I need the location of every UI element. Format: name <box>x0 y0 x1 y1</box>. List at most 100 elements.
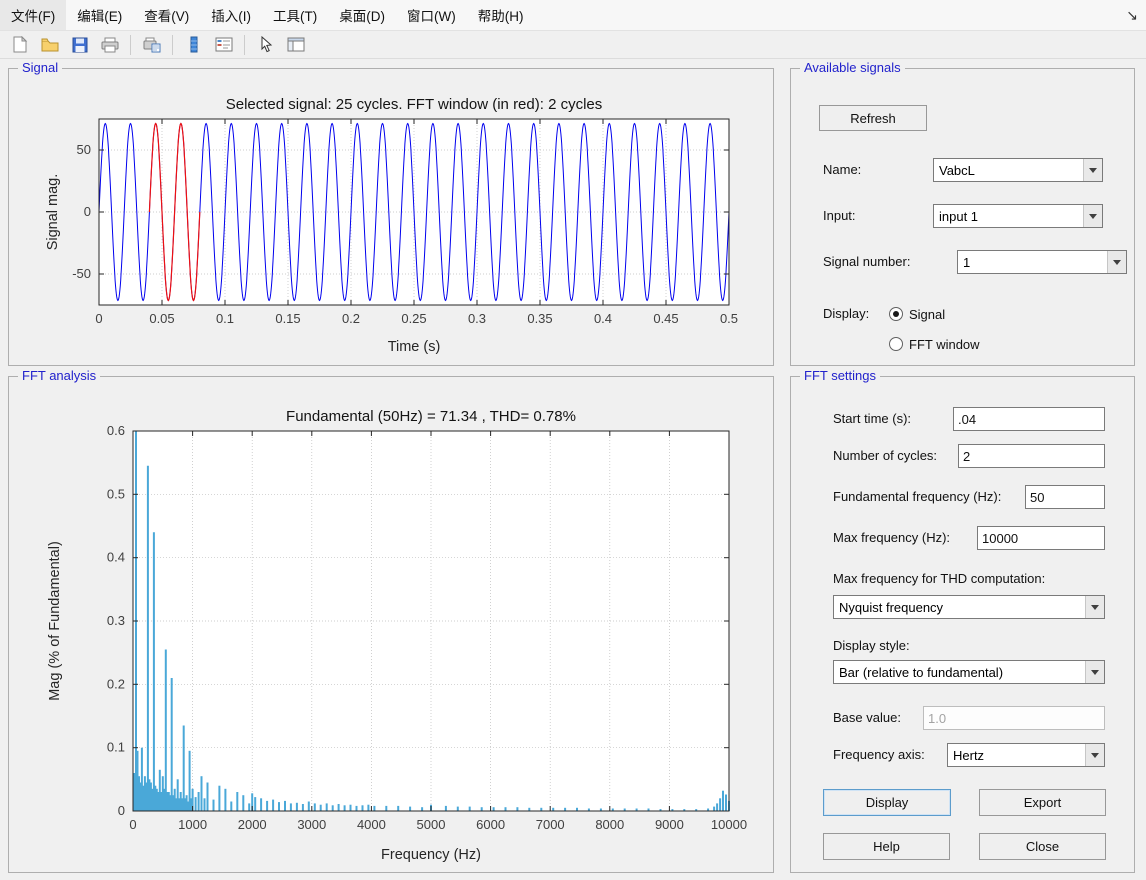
svg-text:-50: -50 <box>72 266 91 281</box>
display-button[interactable]: Display <box>823 789 951 816</box>
thd-max-frequency-dropdown[interactable]: Nyquist frequency <box>833 595 1105 619</box>
chevron-down-icon[interactable] <box>1085 661 1104 683</box>
signal-number-dropdown-value: 1 <box>958 253 1107 272</box>
help-button[interactable]: Help <box>823 833 950 860</box>
svg-text:0: 0 <box>95 311 102 326</box>
start-time-input[interactable] <box>953 407 1105 431</box>
display-signal-radio[interactable] <box>889 307 903 321</box>
display-signal-radio-label[interactable]: Signal <box>909 307 945 322</box>
open-file-icon[interactable] <box>36 32 63 57</box>
toolbar-separator <box>244 35 245 55</box>
svg-text:0.1: 0.1 <box>107 740 125 755</box>
available-signals-panel: Available signals Refresh Name: VabcL In… <box>790 68 1135 366</box>
thd-max-frequency-dropdown-value: Nyquist frequency <box>834 598 1085 617</box>
svg-text:1000: 1000 <box>178 817 207 832</box>
svg-text:0: 0 <box>129 817 136 832</box>
svg-text:Signal mag.: Signal mag. <box>45 174 61 251</box>
svg-text:6000: 6000 <box>476 817 505 832</box>
svg-text:0.05: 0.05 <box>149 311 174 326</box>
menu-window[interactable]: 窗口(W) <box>396 0 467 30</box>
frequency-axis-dropdown-value: Hertz <box>948 746 1085 765</box>
name-dropdown[interactable]: VabcL <box>933 158 1103 182</box>
svg-text:2000: 2000 <box>238 817 267 832</box>
display-style-label: Display style: <box>833 635 910 657</box>
fundamental-frequency-input[interactable] <box>1025 485 1105 509</box>
menu-insert[interactable]: 插入(I) <box>200 0 262 30</box>
svg-text:Selected signal: 25 cycles. FF: Selected signal: 25 cycles. FFT window (… <box>226 96 603 113</box>
base-value-label: Base value: <box>833 707 901 729</box>
svg-text:0.6: 0.6 <box>107 423 125 438</box>
menu-edit[interactable]: 编辑(E) <box>66 0 133 30</box>
chevron-down-icon[interactable] <box>1083 159 1102 181</box>
menu-bar: 文件(F) 编辑(E) 查看(V) 插入(I) 工具(T) 桌面(D) 窗口(W… <box>0 0 1146 31</box>
svg-text:9000: 9000 <box>655 817 684 832</box>
display-fft-window-radio[interactable] <box>889 337 903 351</box>
signal-panel: Signal 00.050.10.150.20.250.30.350.40.45… <box>8 68 774 366</box>
signal-number-label: Signal number: <box>823 251 910 273</box>
display-label: Display: <box>823 303 869 325</box>
frequency-axis-label: Frequency axis: <box>833 744 925 766</box>
fundamental-frequency-label: Fundamental frequency (Hz): <box>833 486 1001 508</box>
fft-analysis-panel: FFT analysis 010002000300040005000600070… <box>8 376 774 873</box>
max-frequency-input[interactable] <box>977 526 1105 550</box>
chevron-down-icon[interactable] <box>1083 205 1102 227</box>
svg-text:3000: 3000 <box>297 817 326 832</box>
svg-text:0.1: 0.1 <box>216 311 234 326</box>
signal-panel-title: Signal <box>18 60 62 75</box>
svg-text:0.3: 0.3 <box>107 613 125 628</box>
menu-desktop[interactable]: 桌面(D) <box>328 0 396 30</box>
pointer-icon[interactable] <box>252 32 279 57</box>
save-icon[interactable] <box>66 32 93 57</box>
svg-text:0.45: 0.45 <box>653 311 678 326</box>
input-dropdown[interactable]: input 1 <box>933 204 1103 228</box>
base-value-input <box>923 706 1105 730</box>
export-button[interactable]: Export <box>979 789 1106 816</box>
dock-figure-icon[interactable]: ↘ <box>1126 7 1138 24</box>
svg-text:0.4: 0.4 <box>594 311 612 326</box>
svg-text:0.15: 0.15 <box>275 311 300 326</box>
fft-analysis-panel-title: FFT analysis <box>18 368 100 383</box>
signal-number-dropdown[interactable]: 1 <box>957 250 1127 274</box>
start-time-label: Start time (s): <box>833 408 911 430</box>
frequency-axis-dropdown[interactable]: Hertz <box>947 743 1105 767</box>
menu-help[interactable]: 帮助(H) <box>467 0 535 30</box>
name-label: Name: <box>823 159 861 181</box>
svg-text:0: 0 <box>118 803 125 818</box>
chevron-down-icon[interactable] <box>1085 596 1104 618</box>
svg-text:0.2: 0.2 <box>342 311 360 326</box>
display-style-dropdown[interactable]: Bar (relative to fundamental) <box>833 660 1105 684</box>
available-signals-panel-title: Available signals <box>800 60 905 75</box>
svg-text:50: 50 <box>77 142 91 157</box>
new-document-icon[interactable] <box>6 32 33 57</box>
name-dropdown-value: VabcL <box>934 161 1083 180</box>
print-preview-icon[interactable] <box>138 32 165 57</box>
menu-tools[interactable]: 工具(T) <box>262 0 328 30</box>
cycles-label: Number of cycles: <box>833 445 937 467</box>
print-icon[interactable] <box>96 32 123 57</box>
svg-text:0.4: 0.4 <box>107 550 125 565</box>
svg-text:0.2: 0.2 <box>107 676 125 691</box>
menu-file[interactable]: 文件(F) <box>0 0 66 30</box>
svg-text:7000: 7000 <box>536 817 565 832</box>
toolbar-separator <box>172 35 173 55</box>
svg-text:Fundamental (50Hz) = 71.34 , T: Fundamental (50Hz) = 71.34 , THD= 0.78% <box>286 408 576 425</box>
close-button[interactable]: Close <box>979 833 1106 860</box>
thd-max-frequency-label: Max frequency for THD computation: <box>833 568 1045 590</box>
display-fft-window-radio-label[interactable]: FFT window <box>909 337 980 352</box>
menu-view[interactable]: 查看(V) <box>133 0 200 30</box>
cycles-input[interactable] <box>958 444 1105 468</box>
svg-text:0: 0 <box>84 204 91 219</box>
colorbar-icon[interactable] <box>180 32 207 57</box>
input-label: Input: <box>823 205 856 227</box>
chevron-down-icon[interactable] <box>1107 251 1126 273</box>
svg-text:5000: 5000 <box>417 817 446 832</box>
chevron-down-icon[interactable] <box>1085 744 1104 766</box>
svg-text:4000: 4000 <box>357 817 386 832</box>
svg-text:0.5: 0.5 <box>720 311 738 326</box>
insert-legend-icon[interactable] <box>210 32 237 57</box>
svg-text:Frequency (Hz): Frequency (Hz) <box>381 847 481 863</box>
svg-text:Mag (% of Fundamental): Mag (% of Fundamental) <box>47 541 63 701</box>
svg-text:0.3: 0.3 <box>468 311 486 326</box>
property-editor-icon[interactable] <box>282 32 309 57</box>
refresh-button[interactable]: Refresh <box>819 105 927 131</box>
